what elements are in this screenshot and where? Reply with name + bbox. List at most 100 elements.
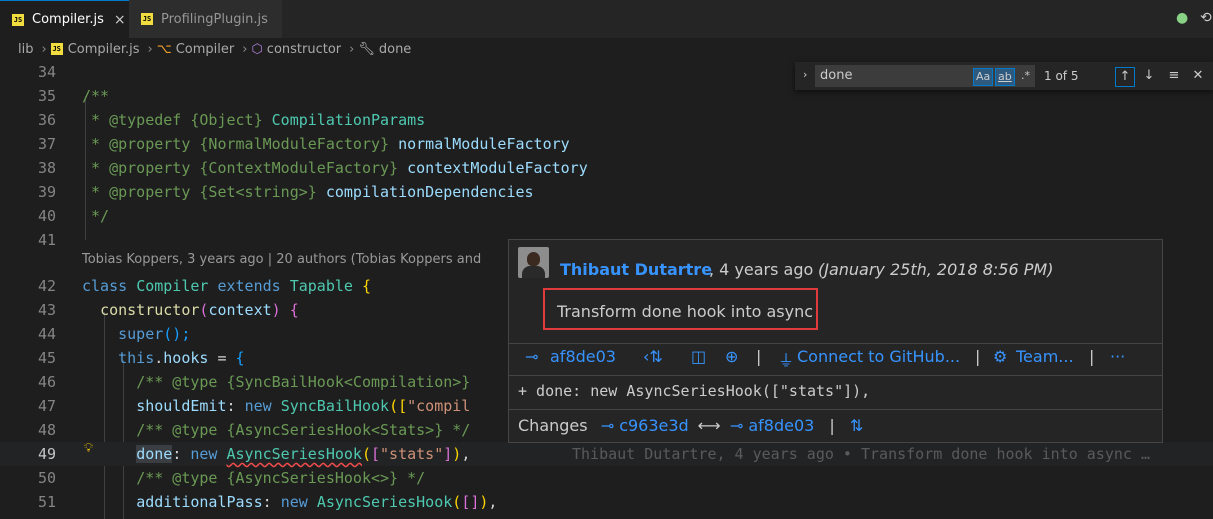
breadcrumb-item-lib[interactable]: lib (18, 42, 33, 57)
previous-match-icon[interactable]: ↑ (1115, 67, 1135, 87)
code-text: ) (452, 445, 462, 463)
compare-icon[interactable]: ◫ (691, 347, 706, 366)
code-text: , (461, 445, 471, 463)
code-text: /** @type {AsyncSeriesHook<>} */ (136, 469, 426, 487)
code-line-36: 36 * @typedef {Object} CompilationParams (0, 108, 1213, 132)
javascript-file-icon: JS (12, 13, 24, 26)
find-widget: › done Aa ab .* 1 of 5 ↑ ↓ ≡ ✕ (795, 62, 1213, 90)
code-text: * @property {ContextModuleFactory} (82, 159, 408, 177)
tab-profilingplugin-js[interactable]: JS ProfilingPlugin.js (129, 0, 282, 38)
method-icon: ⬡ (251, 41, 263, 57)
code-text: (); (163, 325, 191, 343)
line-number: 42 (37, 277, 56, 295)
code-text: . (154, 349, 164, 367)
find-match-highlight: done (136, 445, 173, 463)
code-text: extends (217, 277, 281, 295)
team-link[interactable]: Team... (1016, 347, 1074, 366)
line-number: 37 (37, 135, 56, 153)
commit-author[interactable]: Thibaut Dutartre (560, 260, 712, 279)
previous-commit-link[interactable]: c963e3d (619, 416, 689, 435)
code-text: { (361, 277, 371, 295)
code-text: ( (361, 445, 371, 463)
separator: | (975, 347, 981, 366)
connect-github-link[interactable]: Connect to GitHub... (797, 347, 960, 366)
separator: | (756, 347, 762, 366)
code-text: constructor (100, 301, 200, 319)
compare-changes-icon[interactable]: ⟲ (1200, 10, 1212, 26)
class-icon: ⌥ (156, 41, 172, 57)
commit-relative-date: , 4 years ago (709, 260, 814, 279)
line-number: 41 (37, 231, 56, 249)
inline-blame[interactable]: Thibaut Dutartre, 4 years ago • Transfor… (572, 442, 1150, 466)
find-in-selection-icon[interactable]: ≡ (1165, 67, 1183, 85)
commit-icon: ⊸ (600, 416, 615, 435)
match-whole-word-toggle[interactable]: ab (995, 68, 1015, 86)
commit-sha-link[interactable]: af8de03 (550, 347, 616, 366)
code-line-50: 50 /** @type {AsyncSeriesHook<>} */ (0, 466, 1213, 490)
globe-icon[interactable]: ⊕ (725, 347, 738, 366)
previous-revision-icon[interactable]: ‹⇅ (643, 347, 663, 366)
line-number: 45 (37, 349, 56, 367)
commit-icon: ⊸ (729, 416, 744, 435)
code-text: /** (82, 87, 110, 105)
breadcrumb-item-constructor[interactable]: constructor (267, 42, 341, 57)
divider (509, 409, 1162, 410)
line-number: 36 (37, 111, 56, 129)
code-text: : (262, 493, 281, 511)
close-icon[interactable]: × (114, 12, 126, 28)
commit-message: Transform done hook into async (557, 302, 814, 321)
code-text: "compil (407, 397, 471, 415)
use-regex-toggle[interactable]: .* (1019, 68, 1032, 84)
breadcrumb-item-file[interactable]: Compiler.js (68, 42, 140, 57)
javascript-file-icon: JS (141, 13, 153, 25)
close-icon[interactable]: ✕ (1189, 67, 1207, 85)
line-number: 51 (37, 493, 56, 511)
toggle-replace-chevron-icon[interactable]: › (803, 68, 807, 81)
more-actions-icon[interactable]: ··· (1110, 347, 1125, 366)
code-text: [ (461, 493, 471, 511)
divider (509, 343, 1162, 344)
code-text: ([ (389, 397, 408, 415)
line-number: 43 (37, 301, 56, 319)
code-text: SyncBailHook (280, 397, 390, 415)
open-changes-icon[interactable]: ⇅ (850, 416, 863, 435)
next-match-icon[interactable]: ↓ (1140, 67, 1158, 85)
line-number: 50 (37, 469, 56, 487)
tab-label: ProfilingPlugin.js (161, 11, 268, 27)
changes-label: Changes (518, 416, 588, 435)
code-line-40: 40 */ (0, 204, 1213, 228)
find-match-count: 1 of 5 (1044, 69, 1079, 83)
code-text: class (82, 277, 128, 295)
code-line-51: 51 additionalPass: new AsyncSeriesHook([… (0, 490, 1213, 514)
tab-label: Compiler.js (32, 12, 104, 27)
code-text: contextModuleFactory (407, 159, 588, 177)
code-text: Compiler (136, 277, 209, 295)
code-text: ] (443, 445, 453, 463)
code-text: additionalPass (136, 493, 263, 511)
code-text: ) (271, 301, 281, 319)
code-text: [ (371, 445, 381, 463)
line-number: 35 (37, 87, 56, 105)
code-text: super (118, 325, 164, 343)
line-number: 39 (37, 183, 56, 201)
separator: | (1089, 347, 1095, 366)
git-status-icon[interactable]: ● (1176, 10, 1188, 26)
code-text: shouldEmit (136, 397, 227, 415)
breadcrumb-item-done[interactable]: done (379, 42, 411, 57)
match-case-toggle[interactable]: Aa (973, 68, 994, 86)
code-line-37: 37 * @property {NormalModuleFactory} nor… (0, 132, 1213, 156)
code-text: this (118, 349, 155, 367)
codelens-authors[interactable]: Tobias Koppers, 3 years ago | 20 authors… (82, 252, 481, 267)
error-squiggle[interactable]: AsyncSeriesHook (227, 445, 362, 463)
code-text: , (488, 493, 498, 511)
compare-arrow: ⟷ (697, 416, 721, 435)
line-number: 34 (37, 63, 56, 81)
code-text: context (208, 301, 272, 319)
line-number: 38 (37, 159, 56, 177)
code-text: : (172, 445, 191, 463)
current-commit-link[interactable]: af8de03 (748, 416, 814, 435)
lightbulb-icon[interactable]: 💡︎ (84, 441, 93, 456)
tab-compiler-js[interactable]: JS Compiler.js × (0, 0, 129, 38)
line-number: 40 (37, 207, 56, 225)
breadcrumb-item-class[interactable]: Compiler (176, 42, 235, 57)
